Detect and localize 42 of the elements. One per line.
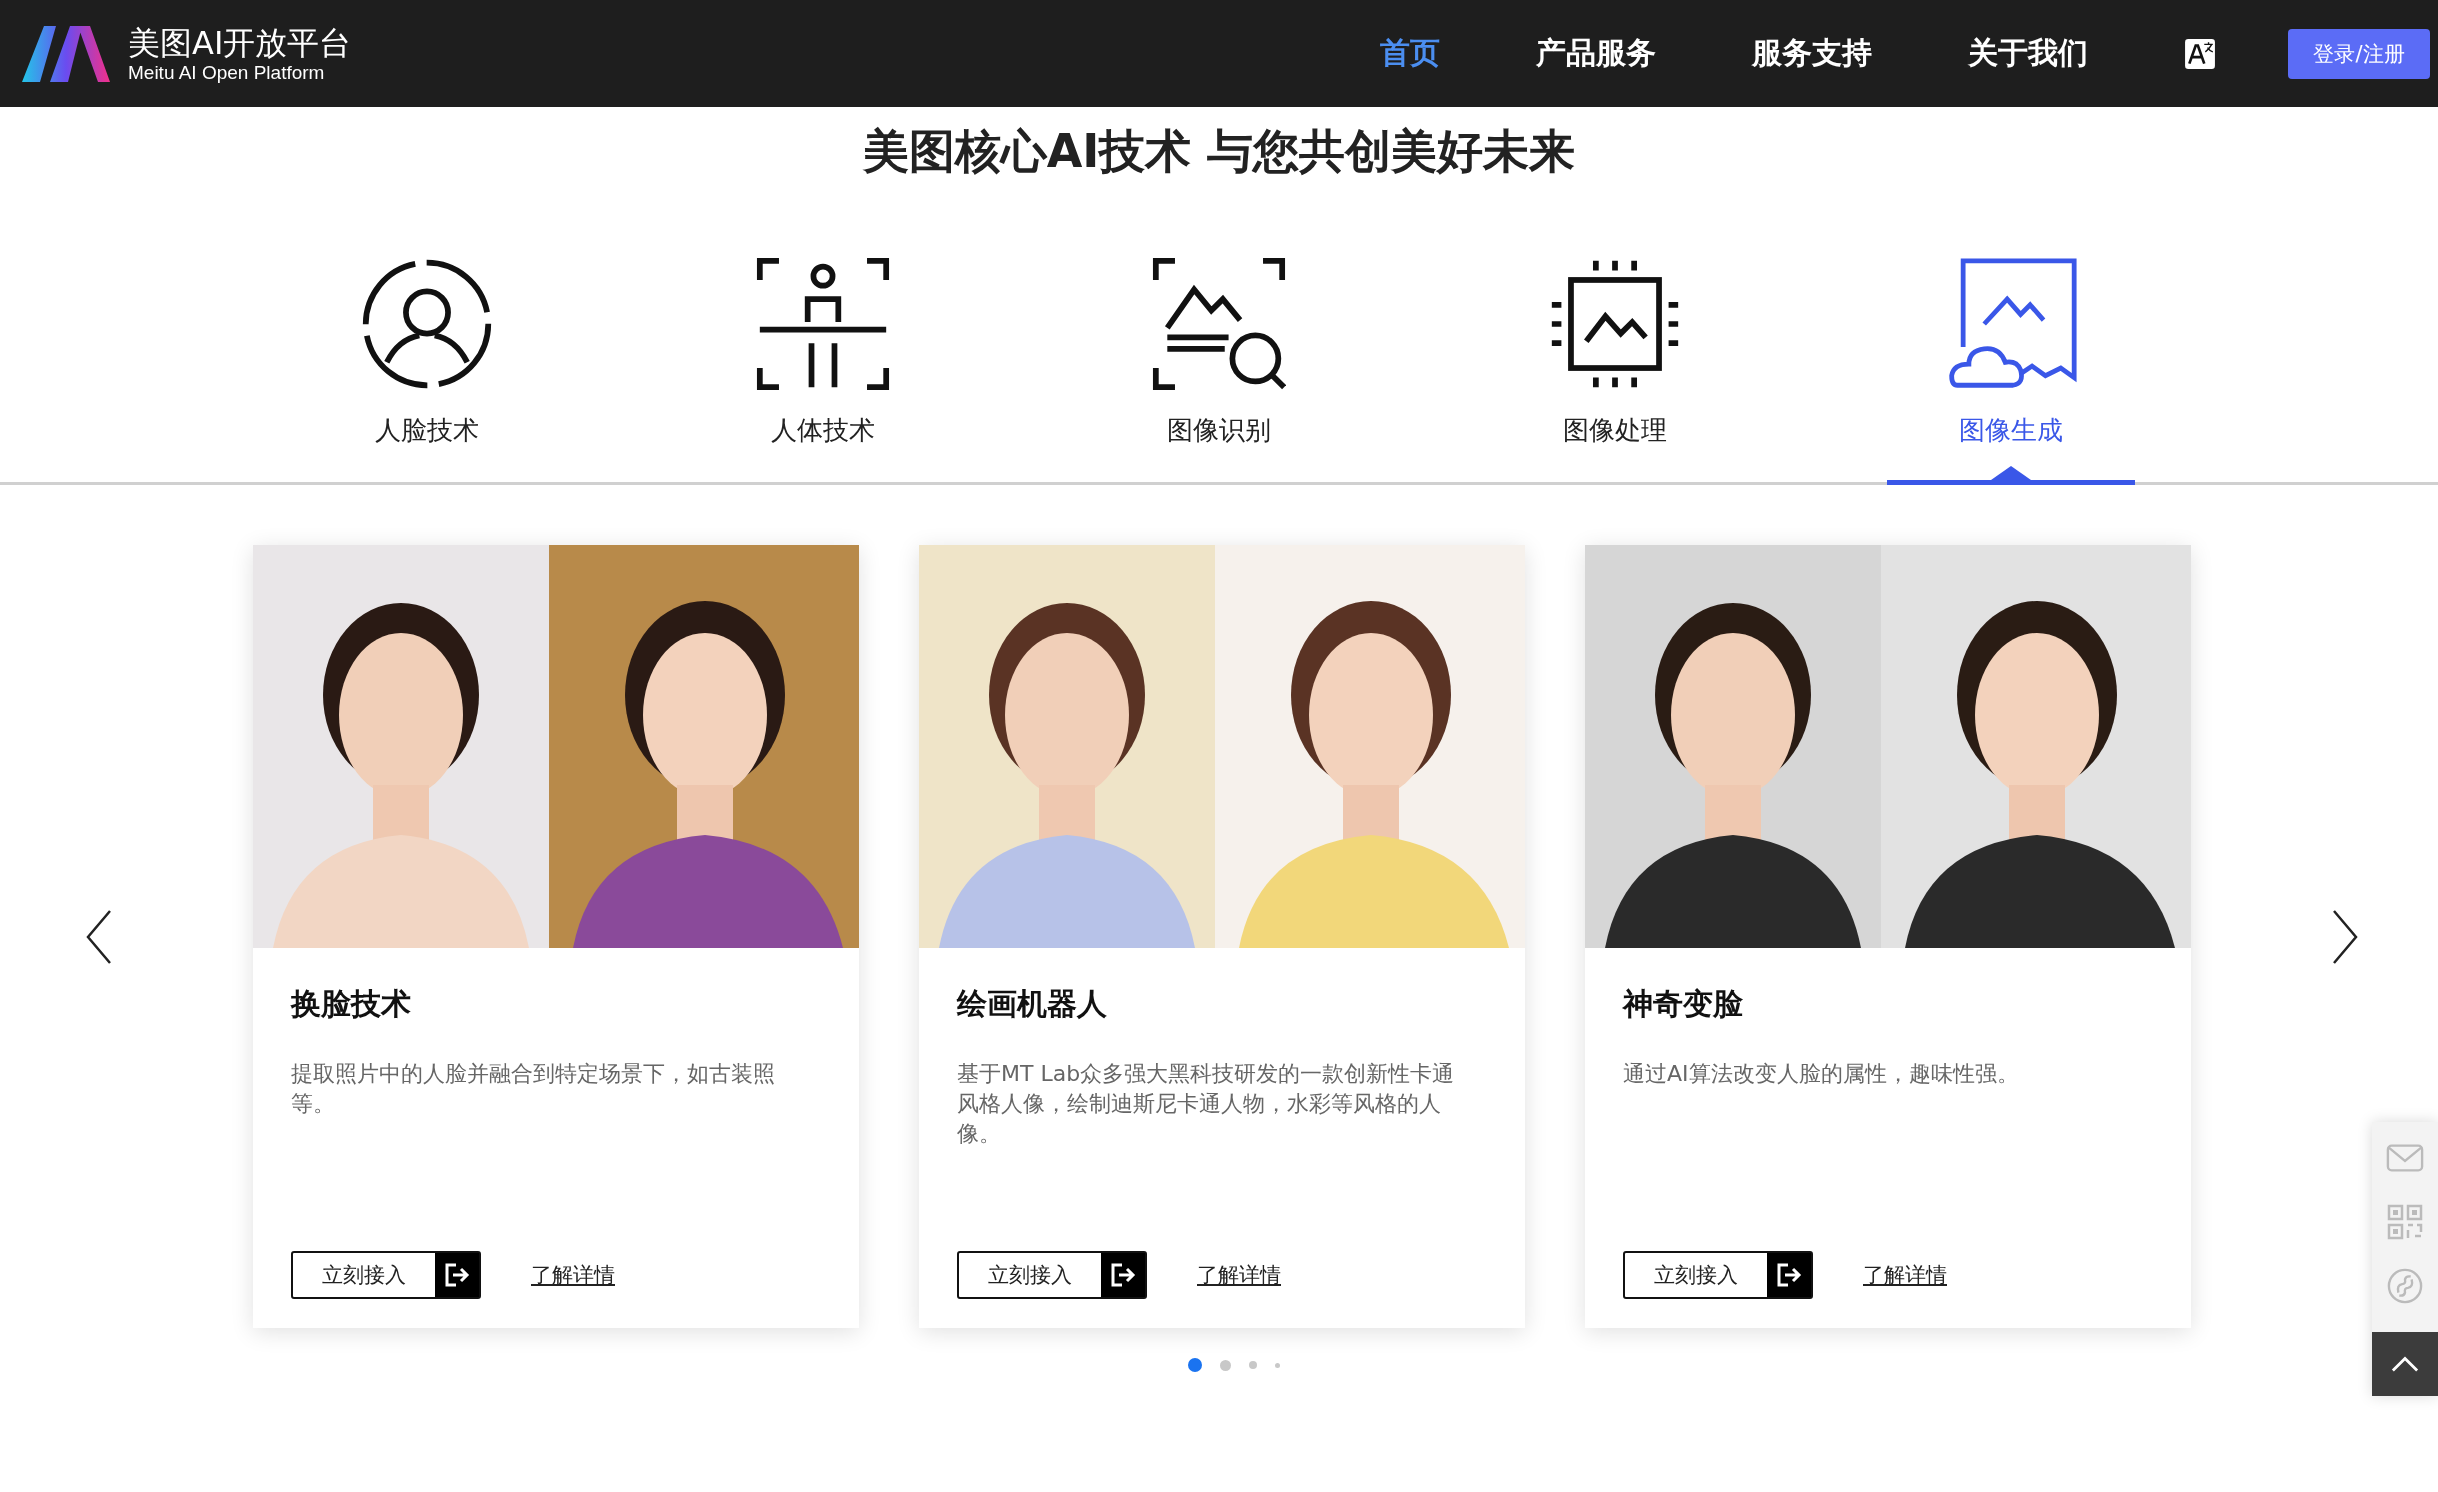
exit-arrow-icon: [1110, 1262, 1136, 1288]
body-scan-icon: [756, 257, 890, 391]
details-link[interactable]: 了解详情: [1197, 1261, 1281, 1289]
access-button[interactable]: 立刻接入: [957, 1251, 1147, 1299]
pager-dot[interactable]: [1188, 1358, 1202, 1372]
brand-subtitle: Meitu AI Open Platform: [128, 61, 326, 84]
category-tab[interactable]: 图像识别: [1021, 257, 1417, 482]
qr-code-icon[interactable]: [2386, 1204, 2424, 1240]
login-button[interactable]: 登录/注册: [2288, 28, 2430, 79]
card-title: 换脸技术: [291, 985, 412, 1023]
nav-link[interactable]: 首页: [1380, 33, 1440, 74]
pager-dot[interactable]: [1249, 1361, 1257, 1369]
back-to-top-button[interactable]: [2372, 1332, 2438, 1396]
pager-dot[interactable]: [1220, 1359, 1231, 1371]
category-tab[interactable]: 人脸技术: [229, 257, 625, 482]
link-circle-icon[interactable]: [2386, 1268, 2424, 1304]
card-description: 通过AI算法改变人脸的属性，趣味性强。: [1623, 1060, 2020, 1088]
brand-name: 美图AI开放平台: [128, 23, 352, 62]
access-button[interactable]: 立刻接入: [291, 1251, 481, 1299]
category-tab[interactable]: 图像处理: [1417, 257, 1813, 482]
access-button[interactable]: 立刻接入: [1623, 1251, 1813, 1299]
language-icon[interactable]: [2184, 37, 2216, 70]
details-link[interactable]: 了解详情: [531, 1261, 615, 1289]
details-link[interactable]: 了解详情: [1863, 1261, 1947, 1289]
image-search-icon: [1152, 257, 1286, 391]
nav-link[interactable]: 产品服务: [1536, 33, 1656, 74]
person-circle-icon: [360, 257, 494, 391]
exit-arrow-icon: [444, 1262, 470, 1288]
pointer-triangle: [1991, 466, 2031, 480]
headline: 美图核心AI技术 与您共创美好未来: [861, 123, 1577, 180]
card-description: 提取照片中的人脸并融合到特定场景下，如古装照等。: [291, 1060, 776, 1118]
category-tab[interactable]: 图像生成: [1887, 257, 2135, 485]
logo-icon: [20, 23, 112, 84]
pager-dot[interactable]: [1275, 1362, 1280, 1368]
category-tab[interactable]: 人体技术: [625, 257, 1021, 482]
card-title: 绘画机器人: [957, 985, 1108, 1023]
card-description: 基于MT Lab众多强大黑科技研发的一款创新性卡通风格人像，绘制迪斯尼卡通人物，水彩等风格的人像。: [957, 1060, 1456, 1148]
nav-link[interactable]: 关于我们: [1968, 33, 2088, 74]
caret-up-icon: [2391, 1355, 2419, 1373]
exit-arrow-icon: [1776, 1262, 1802, 1288]
card-title: 神奇变脸: [1623, 985, 1744, 1023]
nav-link[interactable]: 服务支持: [1752, 33, 1872, 74]
